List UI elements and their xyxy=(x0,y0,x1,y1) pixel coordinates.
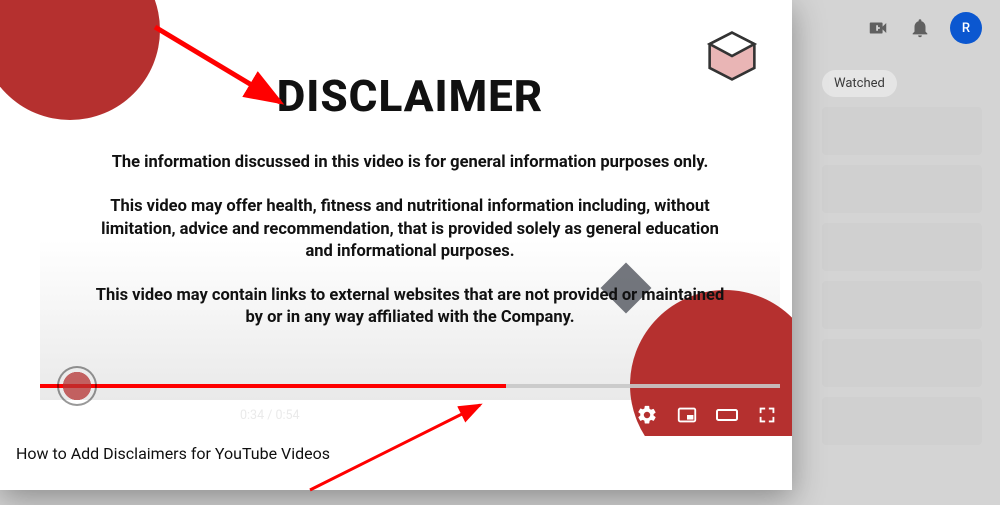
recommendation-card[interactable] xyxy=(822,339,982,387)
recommendation-card[interactable] xyxy=(822,107,982,155)
duration: 0:54 xyxy=(275,408,299,423)
notifications-icon[interactable] xyxy=(908,16,932,40)
fullscreen-button[interactable] xyxy=(754,402,780,428)
theater-mode-button[interactable] xyxy=(714,402,740,428)
lightbox-overlay: DISCLAIMER The information discussed in … xyxy=(0,0,792,490)
captions-button[interactable]: CC xyxy=(594,402,620,428)
create-icon[interactable] xyxy=(866,16,890,40)
avatar[interactable]: R xyxy=(950,12,982,44)
progress-fill xyxy=(40,384,506,388)
svg-text:CC: CC xyxy=(602,412,612,421)
recommendation-card[interactable] xyxy=(822,397,982,445)
miniplayer-button[interactable] xyxy=(674,402,700,428)
site-top-bar: R xyxy=(866,0,1000,56)
current-time: 0:34 xyxy=(240,408,264,423)
recommendation-card[interactable] xyxy=(822,165,982,213)
volume-knob[interactable] xyxy=(214,409,226,421)
video-player[interactable]: DISCLAIMER The information discussed in … xyxy=(0,0,792,436)
next-button[interactable] xyxy=(80,402,106,428)
time-display: 0:34 / 0:54 xyxy=(240,408,300,423)
recommendations-sidebar: Watched xyxy=(822,70,982,445)
video-frame: DISCLAIMER The information discussed in … xyxy=(40,0,780,400)
player-controls: 0:34 / 0:54 CC xyxy=(40,398,780,432)
filter-chip-watched[interactable]: Watched xyxy=(822,70,897,97)
avatar-initial: R xyxy=(962,21,970,36)
video-title: How to Add Disclaimers for YouTube Video… xyxy=(0,444,792,463)
disclaimer-paragraph-1: The information discussed in this video … xyxy=(90,152,730,174)
volume-slider[interactable] xyxy=(160,414,220,417)
progress-bar[interactable] xyxy=(40,376,780,396)
recommendation-card[interactable] xyxy=(822,223,982,271)
disclaimer-paragraph-2: This video may offer health, fitness and… xyxy=(90,196,730,263)
recommendation-card[interactable] xyxy=(822,281,982,329)
disclaimer-heading: DISCLAIMER xyxy=(90,70,730,122)
volume-icon[interactable] xyxy=(120,402,146,428)
pause-button[interactable] xyxy=(40,402,66,428)
progress-track[interactable] xyxy=(40,384,780,388)
volume-fill xyxy=(160,414,220,417)
disclaimer-slide-content: DISCLAIMER The information discussed in … xyxy=(40,70,780,352)
settings-button[interactable] xyxy=(634,402,660,428)
disclaimer-paragraph-3: This video may contain links to external… xyxy=(90,285,730,330)
